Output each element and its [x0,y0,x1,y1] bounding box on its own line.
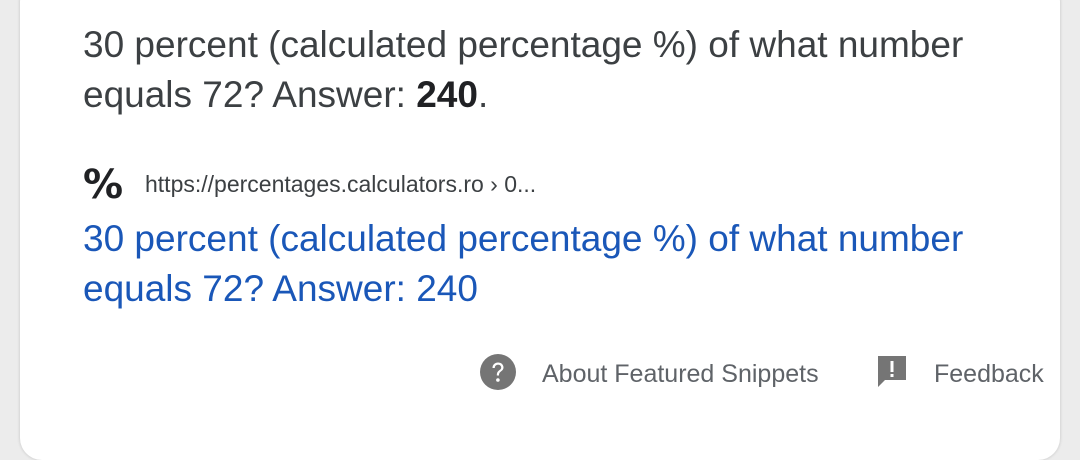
percent-glyph: % [83,162,123,206]
about-featured-snippets-label: About Featured Snippets [542,359,819,388]
help-circle-icon [480,353,516,395]
source-row[interactable]: % https://percentages.calculators.ro › 0… [83,162,536,206]
snippet-text-before: 30 percent (calculated percentage %) of … [83,24,964,115]
feedback-icon [876,354,908,395]
snippet-text: 30 percent (calculated percentage %) of … [83,20,1043,120]
snippet-answer: 240 [416,74,478,115]
snippet-text-after: . [477,74,489,115]
feedback-label: Feedback [934,359,1044,388]
result-title-link[interactable]: 30 percent (calculated percentage %) of … [83,214,1043,314]
source-url[interactable]: https://percentages.calculators.ro › 0..… [145,171,536,198]
percent-icon: % [83,162,123,206]
featured-snippet-card: 30 percent (calculated percentage %) of … [20,0,1060,460]
feedback-button[interactable]: Feedback [876,352,1044,396]
about-featured-snippets-button[interactable]: About Featured Snippets [480,352,819,396]
